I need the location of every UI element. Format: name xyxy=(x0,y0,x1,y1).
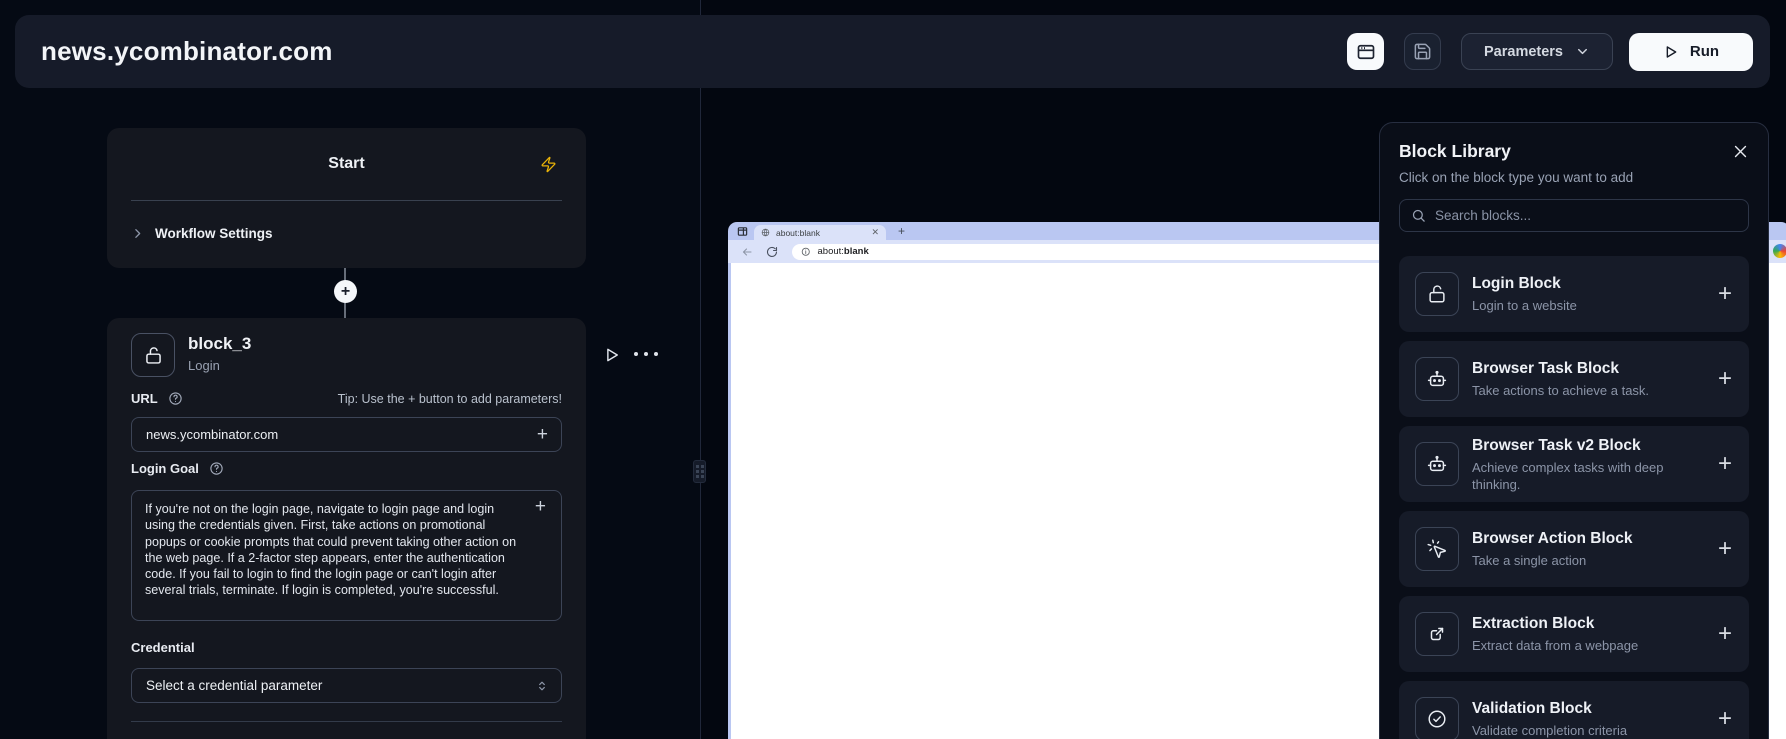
block-library-list: Login Block Login to a website + Browser… xyxy=(1399,256,1749,739)
close-tab-icon: ✕ xyxy=(871,228,879,237)
url-input[interactable] xyxy=(132,427,524,442)
block-item-description: Take a single action xyxy=(1472,552,1708,569)
block-library-item[interactable]: Browser Action Block Take a single actio… xyxy=(1399,511,1749,587)
workflow-settings-toggle[interactable]: Workflow Settings xyxy=(131,216,273,250)
login-goal-textarea[interactable]: If you're not on the login page, navigat… xyxy=(132,491,561,620)
reload-icon xyxy=(766,246,778,258)
browser-window-icon xyxy=(1356,42,1376,62)
browser-panel-button[interactable] xyxy=(1347,33,1384,70)
top-header: news.ycombinator.com Parameters Run xyxy=(15,15,1770,88)
tab-title: about:blank xyxy=(776,228,865,238)
pane-resize-handle[interactable] xyxy=(693,460,706,483)
block-item-title: Extraction Block xyxy=(1472,614,1708,634)
chevron-right-icon xyxy=(131,227,144,240)
add-block-icon[interactable]: + xyxy=(1708,707,1732,731)
workflow-settings-label: Workflow Settings xyxy=(155,226,273,241)
login-goal-label: Login Goal xyxy=(131,461,199,476)
address-text: about:blank xyxy=(818,246,869,257)
help-circle-icon[interactable] xyxy=(168,391,183,406)
search-box xyxy=(1399,199,1749,232)
chevrons-up-down-icon xyxy=(535,679,561,693)
block-item-description: Validate completion criteria xyxy=(1472,722,1708,739)
start-block-title: Start xyxy=(107,155,586,173)
robot-icon xyxy=(1415,442,1459,486)
block-library-item[interactable]: Browser Task Block Take actions to achie… xyxy=(1399,341,1749,417)
block-item-title: Validation Block xyxy=(1472,699,1708,719)
block-library-panel: Block Library Click on the block type yo… xyxy=(1379,122,1769,739)
robot-icon xyxy=(1415,357,1459,401)
divider xyxy=(131,200,562,201)
login-block-card[interactable]: block_3 Login URL Tip: Use the + button … xyxy=(107,318,586,739)
add-block-icon[interactable]: + xyxy=(1708,282,1732,306)
unlock-icon xyxy=(131,333,175,377)
back-arrow-icon xyxy=(741,246,753,258)
globe-icon xyxy=(761,228,770,237)
add-parameter-icon[interactable]: + xyxy=(524,425,561,444)
block-name: block_3 xyxy=(188,334,251,354)
start-block-card[interactable]: Start Workflow Settings xyxy=(107,128,586,268)
add-block-icon[interactable]: + xyxy=(1708,537,1732,561)
add-block-between-button[interactable]: + xyxy=(334,280,357,303)
block-item-title: Browser Action Block xyxy=(1472,529,1708,549)
chevron-down-icon xyxy=(1575,44,1590,59)
new-tab-icon: + xyxy=(898,224,905,238)
save-icon xyxy=(1413,42,1432,61)
add-parameter-icon[interactable]: + xyxy=(522,497,559,516)
url-label: URL xyxy=(131,391,158,406)
block-item-title: Browser Task v2 Block xyxy=(1472,436,1708,456)
add-block-icon[interactable]: + xyxy=(1708,367,1732,391)
check-circle-icon xyxy=(1415,697,1459,739)
info-circle-icon xyxy=(801,247,811,257)
run-button[interactable]: Run xyxy=(1629,33,1753,71)
parameters-tip: Tip: Use the + button to add parameters! xyxy=(338,392,562,406)
block-item-description: Extract data from a webpage xyxy=(1472,637,1708,654)
block-library-subtitle: Click on the block type you want to add xyxy=(1399,169,1749,187)
block-library-item[interactable]: Browser Task v2 Block Achieve complex ta… xyxy=(1399,426,1749,502)
block-library-item[interactable]: Extraction Block Extract data from a web… xyxy=(1399,596,1749,672)
credential-select[interactable]: Select a credential parameter xyxy=(131,668,562,703)
parameters-button[interactable]: Parameters xyxy=(1461,33,1613,70)
credential-label: Credential xyxy=(131,640,195,655)
parameters-label: Parameters xyxy=(1484,44,1563,60)
login-goal-shell: If you're not on the login page, navigat… xyxy=(131,490,562,621)
window-icon xyxy=(737,226,748,237)
cursor-click-icon xyxy=(1415,527,1459,571)
block-item-title: Login Block xyxy=(1472,274,1708,294)
credential-placeholder: Select a credential parameter xyxy=(132,678,535,693)
unlock-icon xyxy=(1415,272,1459,316)
block-item-description: Login to a website xyxy=(1472,297,1708,314)
url-input-shell: + xyxy=(131,417,562,452)
play-icon xyxy=(1663,44,1679,60)
close-icon[interactable] xyxy=(1732,143,1749,160)
divider xyxy=(131,721,562,722)
save-button[interactable] xyxy=(1404,33,1441,70)
browser-tab: about:blank ✕ xyxy=(754,225,886,240)
run-block-button[interactable] xyxy=(603,346,621,364)
page-title: news.ycombinator.com xyxy=(41,36,333,67)
block-menu-button[interactable] xyxy=(634,352,658,356)
run-label: Run xyxy=(1690,43,1719,60)
search-icon xyxy=(1411,208,1426,223)
add-block-icon[interactable]: + xyxy=(1708,622,1732,646)
add-block-icon[interactable]: + xyxy=(1708,452,1732,476)
block-library-item[interactable]: Validation Block Validate completion cri… xyxy=(1399,681,1749,739)
lightning-bolt-icon xyxy=(540,156,557,173)
pane-divider xyxy=(700,0,701,739)
block-library-title: Block Library xyxy=(1399,140,1511,162)
block-item-title: Browser Task Block xyxy=(1472,359,1708,379)
search-input[interactable] xyxy=(1435,208,1737,223)
help-circle-icon[interactable] xyxy=(209,461,224,476)
block-library-item[interactable]: Login Block Login to a website + xyxy=(1399,256,1749,332)
block-item-description: Achieve complex tasks with deep thinking… xyxy=(1472,459,1708,493)
block-type-label: Login xyxy=(188,358,220,373)
profile-avatar xyxy=(1773,244,1786,258)
extract-icon xyxy=(1415,612,1459,656)
block-item-description: Take actions to achieve a task. xyxy=(1472,382,1708,399)
